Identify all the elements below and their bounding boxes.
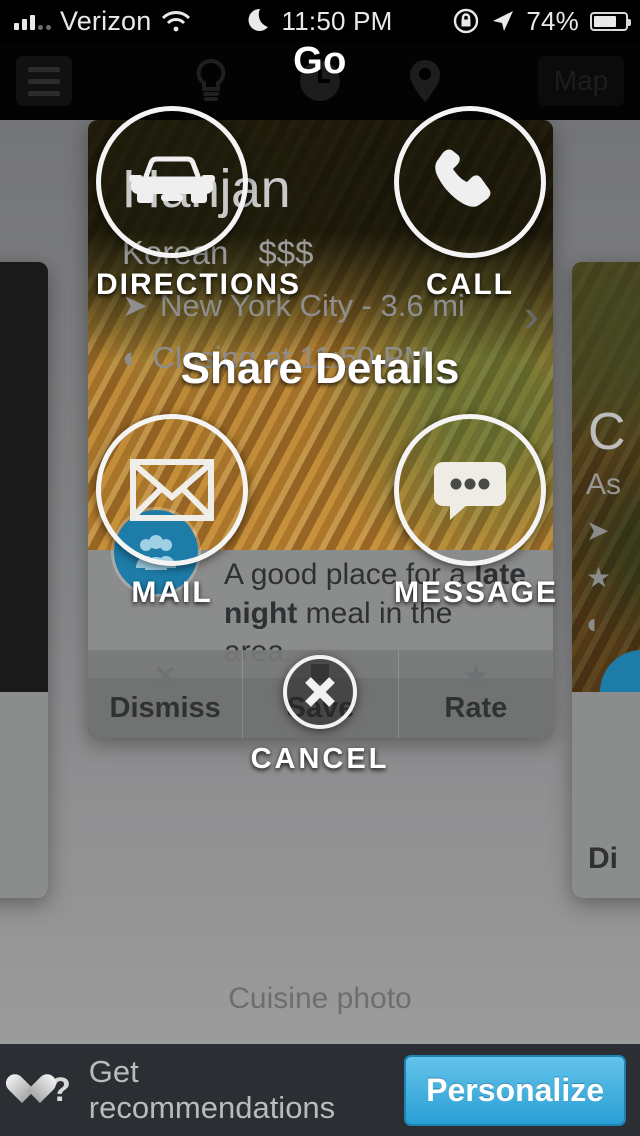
- close-x-icon: [283, 655, 357, 729]
- share-call-button[interactable]: CALL: [394, 106, 546, 302]
- cancel-button[interactable]: CANCEL: [244, 655, 396, 776]
- envelope-icon: [96, 414, 248, 566]
- share-directions-label: DIRECTIONS: [96, 268, 302, 301]
- share-directions-button[interactable]: DIRECTIONS: [96, 106, 302, 302]
- share-mail-button[interactable]: MAIL: [96, 414, 248, 610]
- share-sheet-title: Share Details: [180, 344, 460, 393]
- share-sheet-overlay[interactable]: Share Details DIRECTIONS CALL MAIL MESSA…: [0, 0, 640, 1136]
- share-message-label: MESSAGE: [394, 576, 559, 609]
- speech-bubble-icon: [394, 414, 546, 566]
- share-message-button[interactable]: MESSAGE: [394, 414, 559, 610]
- cancel-label: CANCEL: [250, 743, 390, 775]
- car-icon: [96, 106, 248, 258]
- phone-icon: [394, 106, 546, 258]
- share-mail-label: MAIL: [131, 576, 213, 609]
- share-call-label: CALL: [426, 268, 514, 301]
